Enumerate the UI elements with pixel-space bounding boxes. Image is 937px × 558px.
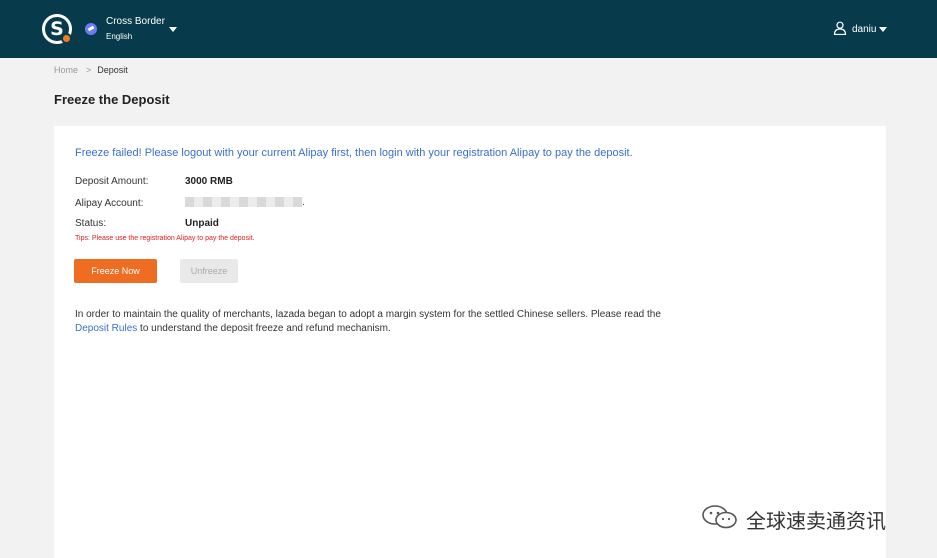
status-value: Unpaid [185, 218, 219, 229]
masked-account-value [185, 197, 302, 207]
info-text-after: to understand the deposit freeze and ref… [137, 323, 391, 334]
tips-text: Tips: Please use the registration Alipay… [75, 235, 255, 242]
wechat-icon [702, 505, 737, 529]
deposit-amount-value: 3000 RMB [185, 176, 233, 187]
breadcrumb-current: Deposit [97, 65, 128, 75]
breadcrumb-home[interactable]: Home [54, 65, 78, 75]
alipay-account-label: Alipay Account: [75, 198, 144, 209]
user-menu[interactable]: daniu [852, 24, 876, 35]
deposit-info-text: In order to maintain the quality of merc… [75, 308, 665, 336]
logo-dot [61, 33, 72, 44]
page-title: Freeze the Deposit [54, 92, 170, 107]
user-icon[interactable] [833, 21, 847, 35]
status-label: Status: [75, 218, 107, 229]
chevron-right-icon: > [86, 65, 92, 75]
region-selector-name[interactable]: Cross Border [106, 16, 165, 27]
info-text-before: In order to maintain the quality of merc… [75, 309, 661, 320]
compass-icon [85, 23, 97, 35]
watermark-text: 全球速卖通资讯 [746, 509, 886, 533]
account-suffix: . [302, 197, 305, 208]
chevron-down-icon[interactable] [169, 27, 177, 32]
brand-logo[interactable]: S [42, 14, 72, 44]
freeze-now-button[interactable]: Freeze Now [74, 259, 157, 283]
chevron-down-icon[interactable] [879, 27, 887, 32]
deposit-amount-label: Deposit Amount: [75, 176, 149, 187]
breadcrumb: Home > Deposit [54, 65, 128, 75]
error-message: Freeze failed! Please logout with your c… [75, 147, 633, 159]
deposit-card: Freeze failed! Please logout with your c… [54, 126, 886, 558]
deposit-rules-link[interactable]: Deposit Rules [75, 323, 137, 334]
unfreeze-button: Unfreeze [180, 259, 238, 283]
region-selector-language[interactable]: English [106, 32, 132, 41]
top-navbar: S Cross Border English daniu [0, 0, 937, 58]
